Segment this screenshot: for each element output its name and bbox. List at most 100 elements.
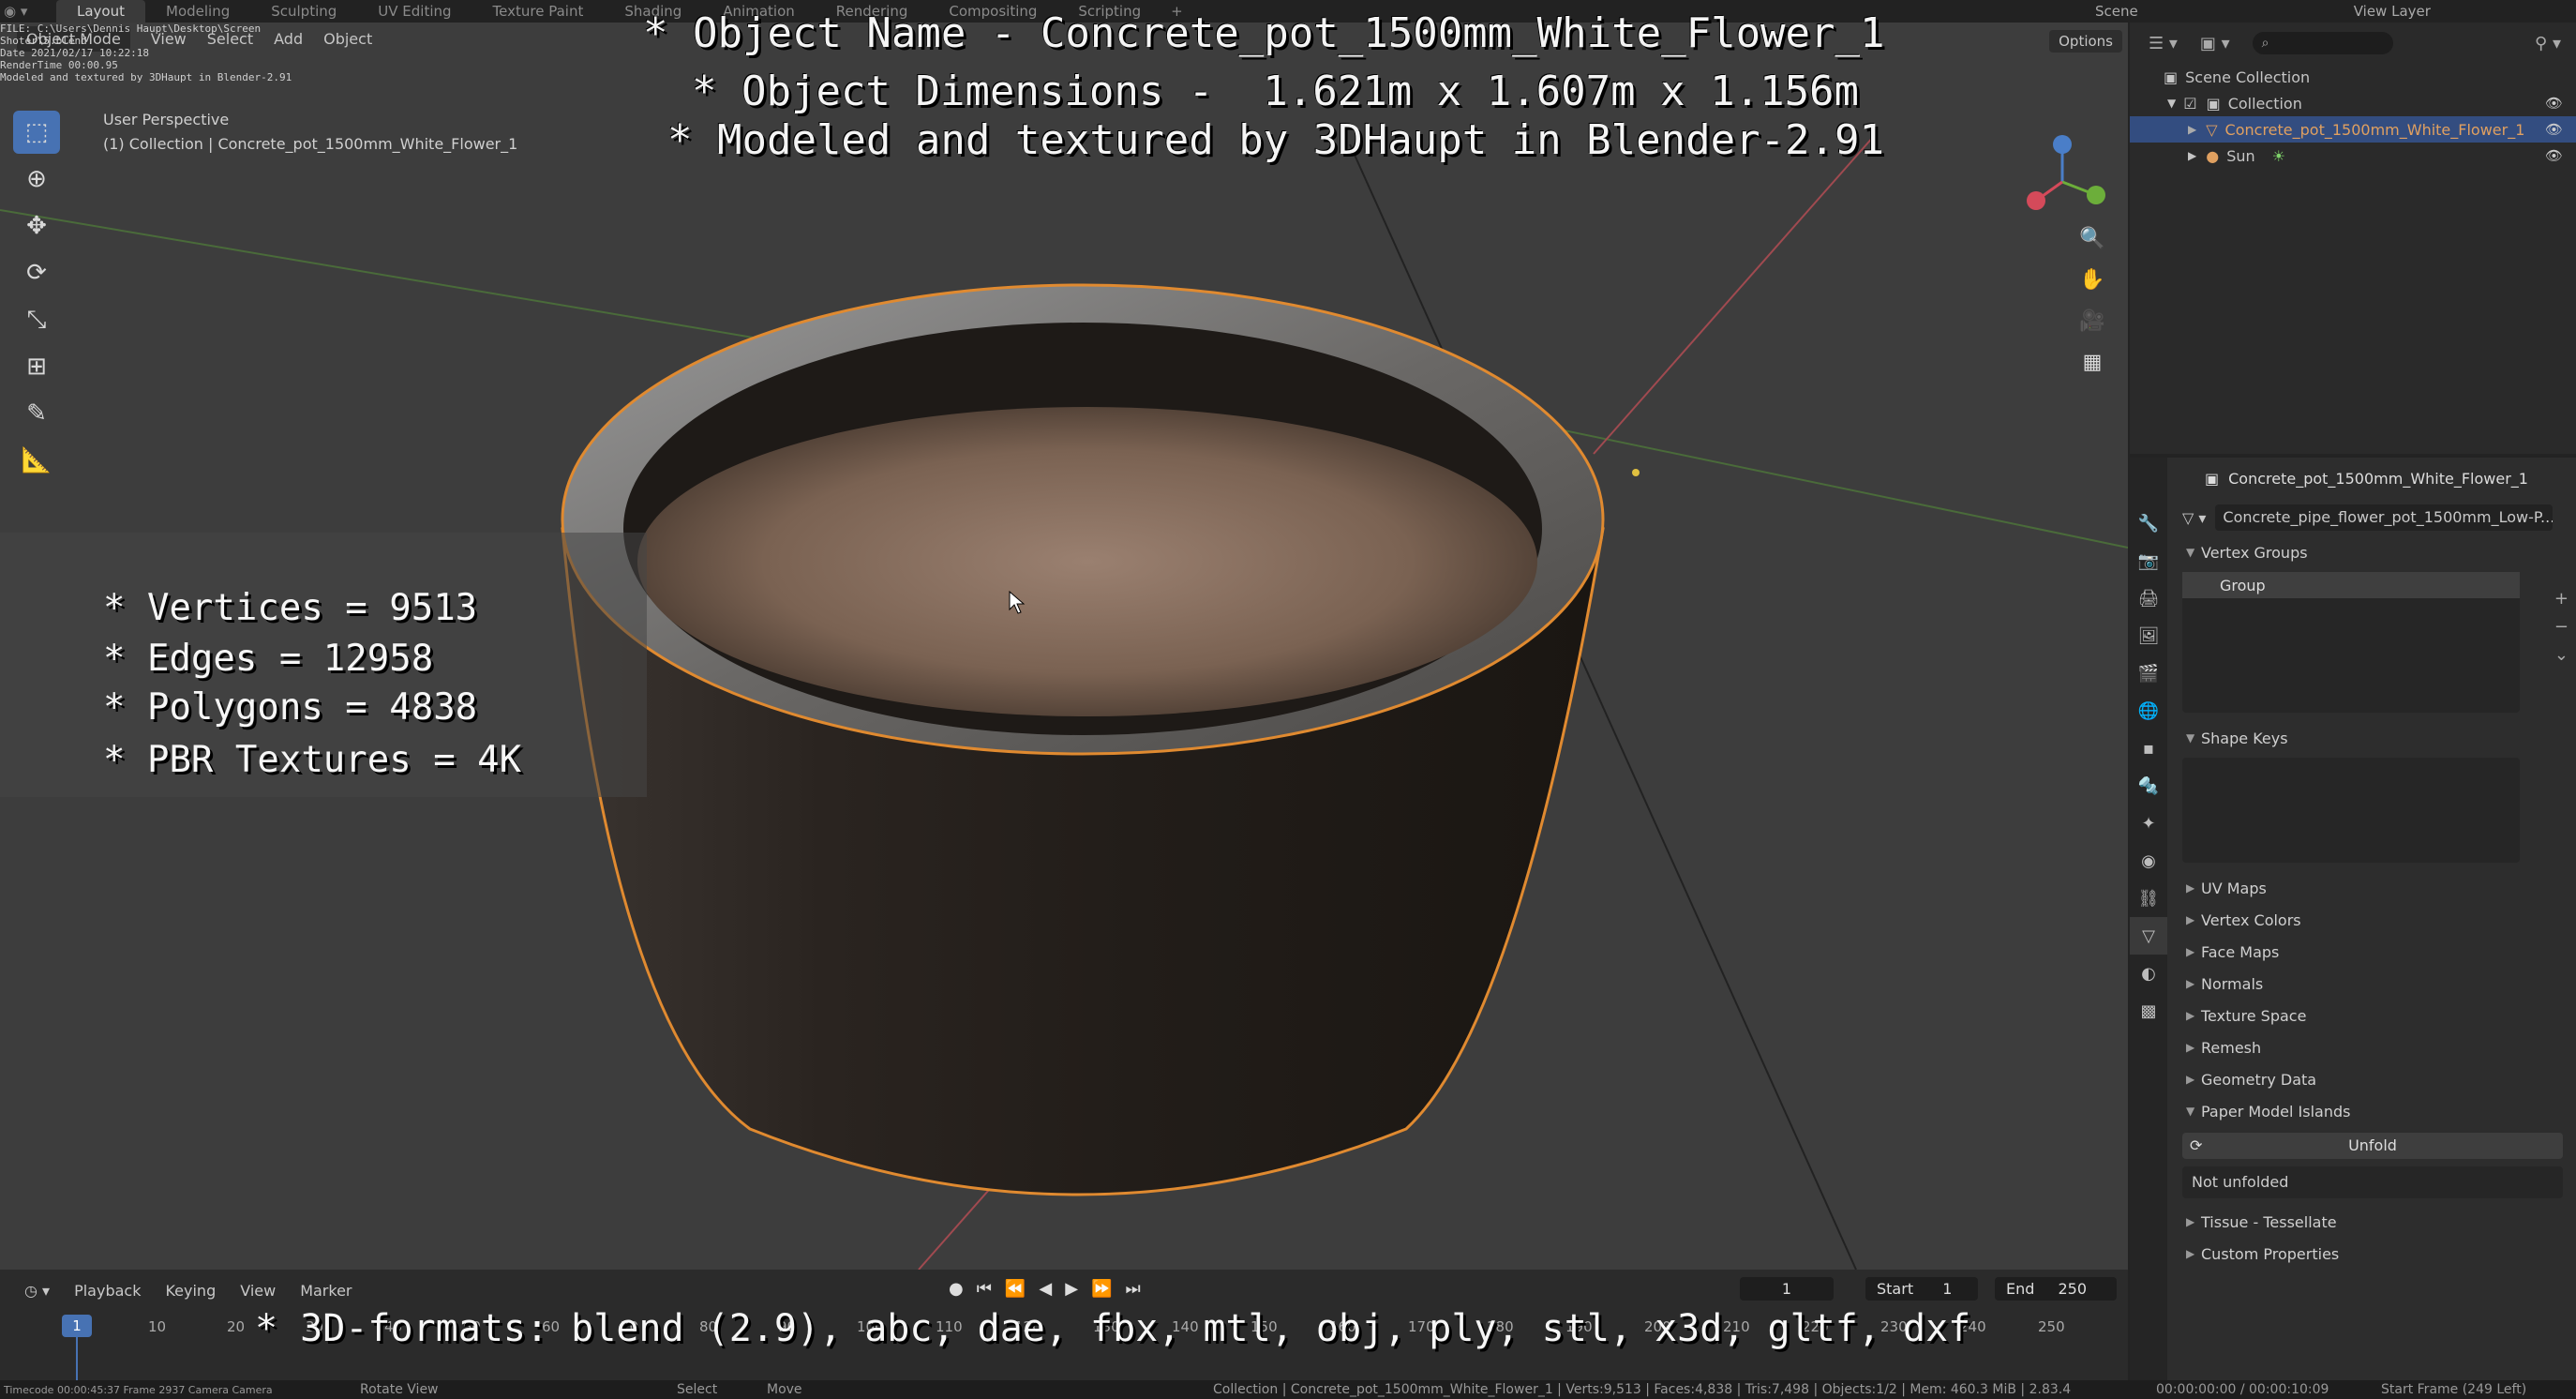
playhead-frame-badge[interactable]: 1 bbox=[62, 1315, 92, 1337]
object-tab-icon[interactable]: ▪ bbox=[2130, 730, 2167, 767]
vertex-groups-list[interactable]: Group bbox=[2182, 572, 2520, 713]
display-mode-icon[interactable]: ▣ ▾ bbox=[2200, 34, 2230, 53]
filter-icon[interactable]: ⚲ ▾ bbox=[2535, 34, 2561, 53]
prev-keyframe-icon[interactable]: ⏪ bbox=[1005, 1279, 1026, 1299]
tab-sculpting[interactable]: Sculpting bbox=[250, 0, 357, 23]
scene-selector[interactable]: Scene bbox=[2095, 3, 2138, 20]
scale-icon[interactable]: ⤡ bbox=[13, 298, 60, 341]
current-frame-field[interactable]: 1 bbox=[1740, 1277, 1834, 1301]
render-tab-icon[interactable]: 📷 bbox=[2130, 542, 2167, 579]
scene-tab-icon[interactable]: 🎬 bbox=[2130, 654, 2167, 692]
tab-uv-editing[interactable]: UV Editing bbox=[357, 0, 472, 23]
tab-layout[interactable]: Layout bbox=[56, 0, 145, 23]
unfold-button[interactable]: ⟳ Unfold bbox=[2182, 1133, 2563, 1159]
record-icon[interactable]: ● bbox=[949, 1279, 964, 1299]
select-box-icon[interactable]: ⬚ bbox=[13, 111, 60, 154]
end-frame-field[interactable]: End 250 bbox=[1995, 1277, 2117, 1301]
annotate-icon[interactable]: ✎ bbox=[13, 392, 60, 435]
refresh-icon: ⟳ bbox=[2190, 1136, 2203, 1154]
move-icon[interactable]: ✥ bbox=[13, 204, 60, 248]
expand-icon[interactable]: ▶ bbox=[2188, 149, 2196, 162]
jump-end-icon[interactable]: ⏭ bbox=[1125, 1279, 1140, 1299]
mesh-data-tab-icon[interactable]: ▽ bbox=[2130, 917, 2167, 955]
outliner-editor-icon[interactable]: ☰ ▾ bbox=[2149, 34, 2178, 53]
constraints-tab-icon[interactable]: ⛓ bbox=[2130, 880, 2167, 917]
add-icon[interactable]: + bbox=[2554, 585, 2569, 613]
outliner-collection[interactable]: ▼ ☑ ▣ Collection 👁 bbox=[2130, 90, 2576, 116]
transform-icon[interactable]: ⊞ bbox=[13, 345, 60, 388]
mouse-cursor-icon bbox=[1009, 590, 1026, 619]
tool-tab-icon[interactable]: 🔧 bbox=[2130, 504, 2167, 542]
material-tab-icon[interactable]: ◐ bbox=[2130, 955, 2167, 992]
render-stamp: FILE: C:\Users\Dennis Haupt\Desktop\Scre… bbox=[0, 23, 319, 83]
panel-geometry-data[interactable]: ▶ Geometry Data bbox=[2167, 1063, 2576, 1095]
play-icon[interactable]: ▶ bbox=[1065, 1279, 1078, 1299]
end-value: 250 bbox=[2058, 1280, 2088, 1298]
visibility-eye-icon[interactable]: 👁 bbox=[2545, 147, 2563, 164]
start-frame-field[interactable]: Start 1 bbox=[1865, 1277, 1978, 1301]
zoom-icon[interactable]: 🔍 bbox=[2074, 219, 2111, 257]
particles-tab-icon[interactable]: ✦ bbox=[2130, 805, 2167, 842]
panel-remesh[interactable]: ▶ Remesh bbox=[2167, 1031, 2576, 1063]
collapse-icon: ▼ bbox=[2186, 731, 2195, 745]
shape-keys-list[interactable] bbox=[2182, 758, 2520, 863]
modifier-tab-icon[interactable]: 🔩 bbox=[2130, 767, 2167, 805]
sun-label: Sun bbox=[2226, 146, 2255, 165]
view-layer-tab-icon[interactable]: 🖼 bbox=[2130, 617, 2167, 654]
blender-logo-icon[interactable]: ◉ ▾ bbox=[0, 3, 56, 20]
chevron-down-icon[interactable]: ⌄ bbox=[2554, 641, 2569, 669]
menu-timeline-view[interactable]: View bbox=[240, 1282, 276, 1300]
list-item[interactable]: Group bbox=[2182, 572, 2520, 598]
physics-tab-icon[interactable]: ◉ bbox=[2130, 842, 2167, 880]
editor-type-icon[interactable]: ◷ ▾ bbox=[24, 1282, 50, 1300]
checkbox-icon[interactable]: ☑ bbox=[2183, 95, 2196, 113]
options-dropdown[interactable]: Options bbox=[2049, 30, 2122, 53]
tab-texture-paint[interactable]: Texture Paint bbox=[472, 0, 605, 23]
status-timecode: Timecode 00:00:45:37 Frame 2937 Camera C… bbox=[4, 1383, 273, 1396]
properties-tabs: 🔧 📷 🖨 🖼 🎬 🌐 ▪ 🔩 ✦ ◉ ⛓ ▽ ◐ ▩ bbox=[2130, 458, 2167, 1380]
status-rotate-view: Rotate View bbox=[360, 1382, 439, 1397]
measure-icon[interactable]: 📐 bbox=[13, 439, 60, 482]
camera-view-icon[interactable]: 🎥 bbox=[2074, 302, 2111, 339]
expand-icon[interactable]: ▶ bbox=[2188, 123, 2196, 136]
expand-icon[interactable]: ▼ bbox=[2167, 97, 2176, 110]
stamp-credit: Modeled and textured by 3DHaupt in Blend… bbox=[0, 71, 292, 83]
pan-hand-icon[interactable]: ✋ bbox=[2074, 261, 2111, 298]
stamp-file: FILE: C:\Users\Dennis Haupt\Desktop\Scre… bbox=[0, 23, 262, 47]
jump-start-icon[interactable]: ⏮ bbox=[977, 1279, 992, 1299]
cursor-icon[interactable]: ⊕ bbox=[13, 158, 60, 201]
visibility-eye-icon[interactable]: 👁 bbox=[2545, 95, 2563, 112]
rotate-icon[interactable]: ⟳ bbox=[13, 251, 60, 294]
output-tab-icon[interactable]: 🖨 bbox=[2130, 579, 2167, 617]
remove-icon[interactable]: − bbox=[2554, 613, 2569, 641]
visibility-eye-icon[interactable]: 👁 bbox=[2545, 121, 2563, 138]
outliner-object-pot[interactable]: ▶ ▽ Concrete_pot_1500mm_White_Flower_1 👁 bbox=[2130, 116, 2576, 143]
outliner-scene-collection[interactable]: ▣ Scene Collection bbox=[2130, 64, 2576, 90]
tab-modeling[interactable]: Modeling bbox=[145, 0, 250, 23]
panel-uv-maps[interactable]: ▶ UV Maps bbox=[2167, 872, 2576, 904]
panel-tissue[interactable]: ▶ Tissue - Tessellate bbox=[2167, 1206, 2576, 1238]
play-reverse-icon[interactable]: ◀ bbox=[1039, 1279, 1052, 1299]
menu-object[interactable]: Object bbox=[323, 30, 372, 48]
expand-icon: ▶ bbox=[2186, 977, 2195, 990]
outliner-search-input[interactable]: ⌕ bbox=[2252, 32, 2393, 54]
texture-tab-icon[interactable]: ▩ bbox=[2130, 992, 2167, 1030]
ortho-grid-icon[interactable]: ▦ bbox=[2074, 343, 2111, 381]
panel-vertex-colors[interactable]: ▶ Vertex Colors bbox=[2167, 904, 2576, 936]
panel-paper-model[interactable]: ▼ Paper Model Islands bbox=[2167, 1095, 2576, 1127]
panel-face-maps[interactable]: ▶ Face Maps bbox=[2167, 936, 2576, 968]
menu-playback[interactable]: Playback bbox=[74, 1282, 141, 1300]
panel-normals[interactable]: ▶ Normals bbox=[2167, 968, 2576, 1000]
world-tab-icon[interactable]: 🌐 bbox=[2130, 692, 2167, 730]
mesh-name-field[interactable]: Concrete_pipe_flower_pot_1500mm_Low-P... bbox=[2215, 504, 2554, 531]
menu-keying[interactable]: Keying bbox=[165, 1282, 216, 1300]
panel-vertex-groups[interactable]: ▼ Vertex Groups bbox=[2167, 536, 2576, 568]
menu-marker[interactable]: Marker bbox=[300, 1282, 352, 1300]
panel-shape-keys[interactable]: ▼ Shape Keys bbox=[2167, 722, 2576, 754]
vertex-group-buttons: + − ⌄ bbox=[2554, 585, 2569, 669]
next-keyframe-icon[interactable]: ⏩ bbox=[1091, 1279, 1112, 1299]
panel-texture-space[interactable]: ▶ Texture Space bbox=[2167, 1000, 2576, 1031]
outliner-object-sun[interactable]: ▶ ● Sun ☀ 👁 bbox=[2130, 143, 2576, 169]
view-layer-selector[interactable]: View Layer bbox=[2354, 3, 2431, 20]
panel-custom-properties[interactable]: ▶ Custom Properties bbox=[2167, 1238, 2576, 1270]
